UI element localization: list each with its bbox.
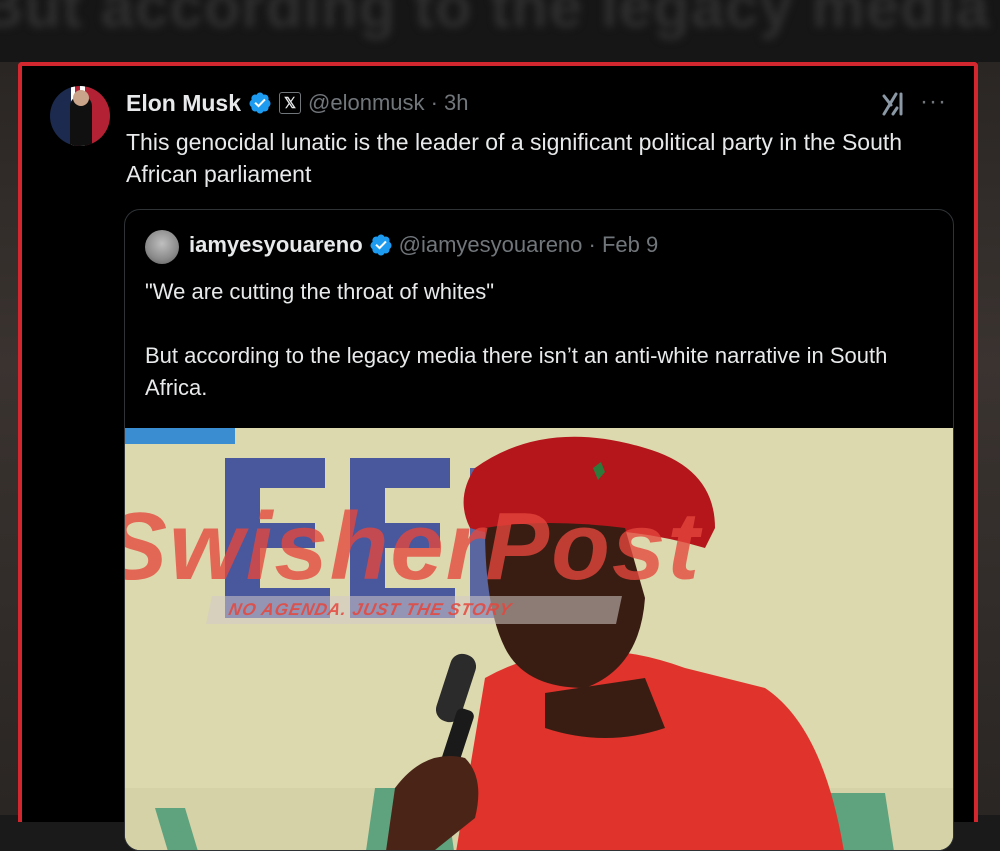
x-affiliate-badge-icon: 𝕏 (279, 92, 302, 114)
tweet-header: Elon Musk 𝕏 @elonmusk · 3h (126, 88, 469, 118)
quoted-tweet[interactable]: iamyesyouareno @iamyesyouareno · Feb 9 "… (124, 209, 954, 851)
tweet-text: This genocidal lunatic is the leader of … (126, 129, 903, 187)
background-header: But according to the legacy media there … (0, 0, 1000, 62)
avatar[interactable] (50, 86, 110, 146)
tweet-card: Elon Musk 𝕏 @elonmusk · 3h ··· This geno… (18, 62, 978, 851)
author-name[interactable]: Elon Musk (126, 90, 241, 117)
quoted-text-line1: "We are cutting the throat of whites" (145, 279, 495, 304)
verified-badge-icon (249, 92, 271, 114)
quoted-avatar[interactable] (145, 230, 179, 264)
more-icon[interactable]: ··· (920, 88, 947, 116)
grok-icon[interactable] (880, 90, 910, 118)
quoted-header: iamyesyouareno @iamyesyouareno · Feb 9 (189, 232, 658, 258)
quoted-text: "We are cutting the throat of whites" Bu… (145, 276, 935, 404)
background-right-edge (978, 62, 1000, 815)
author-handle-time[interactable]: @elonmusk · 3h (308, 90, 469, 116)
video-thumbnail[interactable]: SwisherPost NO AGENDA. JUST THE STORY (125, 428, 953, 850)
quoted-author-name[interactable]: iamyesyouareno (189, 232, 363, 258)
background-caption: But according to the legacy media there … (0, 0, 1000, 40)
verified-badge-icon (370, 234, 392, 256)
video-frame (125, 428, 953, 850)
quoted-text-line2: But according to the legacy media there … (145, 343, 888, 400)
quoted-handle-time[interactable]: @iamyesyouareno · Feb 9 (399, 232, 659, 258)
